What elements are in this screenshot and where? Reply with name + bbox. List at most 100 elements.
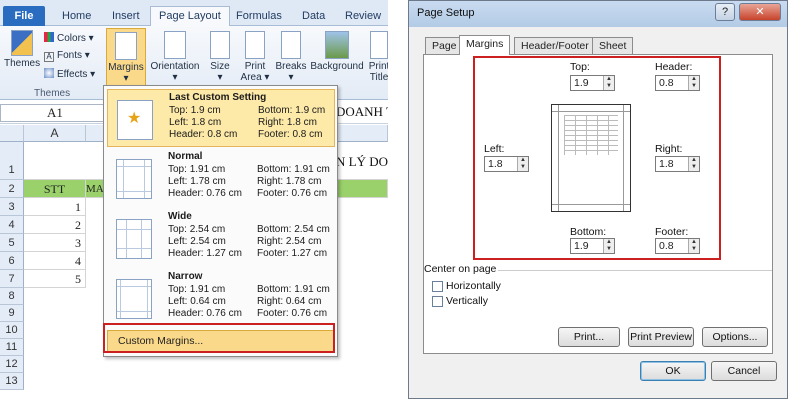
cell-stt-2[interactable]: 2 — [24, 216, 86, 234]
effects-label: Effects — [57, 69, 88, 80]
row-header-8[interactable]: 8 — [0, 288, 24, 305]
themes-group-label: Themes — [34, 88, 71, 99]
size-button[interactable]: Size ▾ — [205, 31, 235, 83]
breaks-button[interactable]: Breaks ▾ — [274, 31, 308, 83]
margins-button[interactable]: Margins ▾ — [106, 28, 146, 86]
option-value: 1.91 cm — [189, 284, 226, 295]
tab-review[interactable]: Review — [345, 10, 381, 22]
row-header-9[interactable]: 9 — [0, 305, 24, 322]
tab-file[interactable]: File — [3, 6, 45, 26]
print-area-button[interactable]: Print Area ▾ — [238, 31, 272, 83]
orientation-button[interactable]: Orientation ▾ — [150, 31, 200, 83]
option-value: 0.76 cm — [291, 308, 328, 319]
option-label: Top: — [168, 224, 187, 235]
effects-icon — [44, 68, 54, 78]
margin-option-last-custom[interactable]: ★ Last Custom Setting Top: 1.9 cm Bottom… — [107, 89, 335, 147]
row-header-5[interactable]: 5 — [0, 234, 24, 252]
help-button[interactable]: ? — [715, 3, 735, 21]
row-header-12[interactable]: 12 — [0, 356, 24, 373]
margins-label: Margins — [108, 62, 144, 73]
row-header-2[interactable]: 2 — [0, 180, 24, 198]
option-label: Left: — [168, 296, 188, 307]
tab-insert[interactable]: Insert — [112, 10, 140, 22]
excel-window: File Home Insert Page Layout Formulas Da… — [0, 0, 388, 399]
option-label: Top: — [168, 164, 187, 175]
row-header-13[interactable]: 13 — [0, 373, 24, 390]
option-label: Header: — [168, 308, 204, 319]
option-value: 1.27 cm — [291, 248, 328, 259]
option-label: Right: — [257, 296, 284, 307]
cell-stt-1[interactable]: 1 — [24, 198, 86, 216]
ribbon-tab-bar: File Home Insert Page Layout Formulas Da… — [0, 0, 388, 27]
vertically-checkbox[interactable] — [432, 296, 443, 307]
tab-page-layout[interactable]: Page Layout — [150, 6, 230, 27]
colors-icon — [44, 32, 54, 42]
option-label: Top: — [168, 284, 187, 295]
cancel-button[interactable]: Cancel — [711, 361, 777, 381]
margin-option-narrow[interactable]: Narrow Top: 1.91 cm Bottom: 1.91 cm Left… — [107, 269, 335, 327]
colors-button[interactable]: Colors ▾ — [44, 32, 94, 44]
effects-button[interactable]: Effects ▾ — [44, 68, 95, 80]
select-all-corner[interactable] — [0, 125, 24, 142]
row-header-10[interactable]: 10 — [0, 322, 24, 339]
option-label: Header: — [168, 248, 204, 259]
horizontally-label[interactable]: Horizontally — [446, 280, 501, 292]
option-value: 2.54 cm — [189, 224, 226, 235]
star-icon: ★ — [117, 100, 153, 140]
name-box[interactable]: A1 — [0, 104, 110, 122]
print-titles-icon — [370, 31, 388, 59]
print-area-label: Print Area — [240, 61, 266, 83]
cell-stt-3[interactable]: 3 — [24, 234, 86, 252]
vertically-label[interactable]: Vertically — [446, 295, 488, 307]
fonts-icon: A — [44, 52, 54, 62]
tab-page[interactable]: Page — [425, 37, 464, 54]
print-preview-button[interactable]: Print Preview — [628, 327, 694, 347]
option-value: 1.91 cm — [294, 164, 330, 175]
margin-option-wide[interactable]: Wide Top: 2.54 cm Bottom: 2.54 cm Left: … — [107, 209, 335, 267]
row-header-11[interactable]: 11 — [0, 339, 24, 356]
option-label: Footer: — [258, 129, 290, 140]
option-value: 0.8 cm — [207, 129, 238, 140]
tab-sheet[interactable]: Sheet — [592, 37, 634, 54]
row-header-3[interactable]: 3 — [0, 198, 24, 216]
row-header-4[interactable]: 4 — [0, 216, 24, 234]
highlight-box — [473, 56, 721, 260]
tab-data[interactable]: Data — [302, 10, 325, 22]
row-header-1[interactable]: 1 — [0, 142, 24, 180]
close-button[interactable]: ✕ — [739, 3, 781, 21]
print-titles-button[interactable]: Print Title — [368, 31, 388, 83]
breaks-label: Breaks — [275, 61, 307, 72]
row-header-7[interactable]: 7 — [0, 270, 24, 288]
colors-label: Colors — [57, 33, 86, 44]
cell-stt-header[interactable]: STT — [24, 180, 86, 198]
tab-home[interactable]: Home — [62, 10, 91, 22]
print-button[interactable]: Print... — [558, 327, 620, 347]
breaks-icon — [281, 31, 301, 59]
cell-stt-4[interactable]: 4 — [24, 252, 86, 270]
margin-option-normal[interactable]: Normal Top: 1.91 cm Bottom: 1.91 cm Left… — [107, 149, 335, 207]
background-button[interactable]: Background — [309, 31, 365, 72]
option-value: 0.76 cm — [206, 188, 242, 199]
options-button[interactable]: Options... — [702, 327, 768, 347]
themes-button[interactable]: Themes — [4, 30, 40, 69]
option-label: Footer: — [257, 188, 289, 199]
tab-header-footer[interactable]: Header/Footer — [514, 37, 596, 54]
cell-b2-header[interactable]: MA — [86, 180, 104, 198]
horizontally-checkbox[interactable] — [432, 281, 443, 292]
print-area-icon — [245, 31, 265, 59]
orientation-label: Orientation — [150, 61, 200, 72]
cell-stt-5[interactable]: 5 — [24, 270, 86, 288]
row-header-6[interactable]: 6 — [0, 252, 24, 270]
tab-margins[interactable]: Margins — [459, 35, 511, 55]
title-fragment: N LÝ DOA — [336, 154, 388, 169]
wide-margins-icon — [116, 219, 152, 259]
column-header-a[interactable]: A — [24, 125, 86, 142]
option-value: 2.54 cm — [190, 236, 226, 247]
tab-formulas[interactable]: Formulas — [236, 10, 282, 22]
ok-button[interactable]: OK — [640, 361, 706, 381]
fonts-button[interactable]: A Fonts ▾ — [44, 50, 90, 62]
option-value: 1.9 cm — [190, 105, 221, 116]
option-label: Left: — [168, 236, 188, 247]
option-label: Bottom: — [258, 105, 293, 116]
option-label: Bottom: — [257, 224, 292, 235]
